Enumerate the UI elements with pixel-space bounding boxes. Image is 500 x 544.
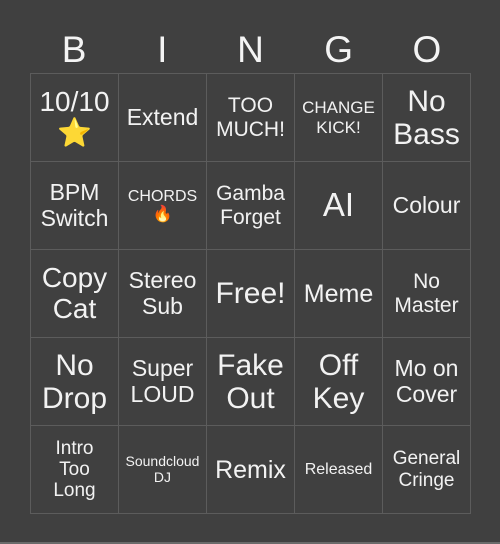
bingo-cell[interactable]: AI xyxy=(295,162,383,250)
header-letter-b: B xyxy=(61,29,87,70)
bingo-cell[interactable]: Super LOUD xyxy=(119,338,207,426)
bingo-cell[interactable]: Meme xyxy=(295,250,383,338)
bingo-cell[interactable]: Intro Too Long xyxy=(31,426,119,514)
header-letter-i: I xyxy=(157,29,168,70)
cell-text: 10/10 ⭐ xyxy=(39,85,110,148)
header-letter-n: N xyxy=(237,29,264,70)
cell-text: Stereo Sub xyxy=(128,266,197,319)
bingo-cell[interactable]: Mo on Cover xyxy=(383,338,471,426)
cell-text: Super LOUD xyxy=(130,354,195,407)
cell-text: Meme xyxy=(303,279,374,308)
cell-text: Gamba Forget xyxy=(216,181,285,229)
bingo-cell[interactable]: No Master xyxy=(383,250,471,338)
bingo-cell[interactable]: 10/10 ⭐ xyxy=(31,74,119,162)
cell-text: CHORDS 🔥 xyxy=(127,187,198,223)
cell-text: Copy Cat xyxy=(41,261,108,324)
bingo-cell[interactable]: Colour xyxy=(383,162,471,250)
bingo-cell[interactable]: Fake Out xyxy=(207,338,295,426)
cell-text: Remix xyxy=(215,455,286,484)
bingo-cell[interactable]: Gamba Forget xyxy=(207,162,295,250)
bingo-cell[interactable]: CHORDS 🔥 xyxy=(119,162,207,250)
header-letter-o: O xyxy=(412,29,442,70)
bingo-cell free-space[interactable]: Free! xyxy=(207,250,295,338)
cell-text: Released xyxy=(304,460,373,478)
cell-text: AI xyxy=(322,186,355,224)
cell-text: Intro Too Long xyxy=(53,437,96,502)
cell-text: Off Key xyxy=(312,348,365,415)
bingo-cell[interactable]: TOO MUCH! xyxy=(207,74,295,162)
bingo-cell[interactable]: General Cringe xyxy=(383,426,471,514)
bingo-cell[interactable]: CHANGE KICK! xyxy=(295,74,383,162)
bingo-cell[interactable]: BPM Switch xyxy=(31,162,119,250)
bingo-cell[interactable]: Extend xyxy=(119,74,207,162)
bingo-cell[interactable]: Copy Cat xyxy=(31,250,119,338)
cell-text: No Master xyxy=(394,269,459,317)
bingo-cell[interactable]: Soundcloud DJ xyxy=(119,426,207,514)
cell-text: Fake Out xyxy=(217,348,284,415)
cell-text: General Cringe xyxy=(392,448,461,491)
cell-text: BPM Switch xyxy=(40,178,109,231)
bingo-cell[interactable]: Released xyxy=(295,426,383,514)
cell-text: Soundcloud DJ xyxy=(125,452,200,485)
cell-text: Extend xyxy=(126,103,199,130)
bingo-board: 10/10 ⭐ Extend TOO MUCH! CHANGE KICK! No… xyxy=(30,73,471,514)
cell-text: Mo on Cover xyxy=(394,354,459,407)
cell-text: Colour xyxy=(392,191,461,218)
cell-text: No Bass xyxy=(393,84,460,151)
bingo-cell[interactable]: Off Key xyxy=(295,338,383,426)
cell-text: TOO MUCH! xyxy=(216,93,285,141)
bingo-cell[interactable]: Stereo Sub xyxy=(119,250,207,338)
bingo-header: B I N G O xyxy=(30,28,471,72)
bingo-cell[interactable]: Remix xyxy=(207,426,295,514)
cell-text: CHANGE KICK! xyxy=(302,98,375,137)
bingo-cell[interactable]: No Drop xyxy=(31,338,119,426)
header-letter-g: G xyxy=(324,29,354,70)
cell-text: No Drop xyxy=(41,348,108,415)
bingo-cell[interactable]: No Bass xyxy=(383,74,471,162)
cell-text: Free! xyxy=(215,277,286,310)
